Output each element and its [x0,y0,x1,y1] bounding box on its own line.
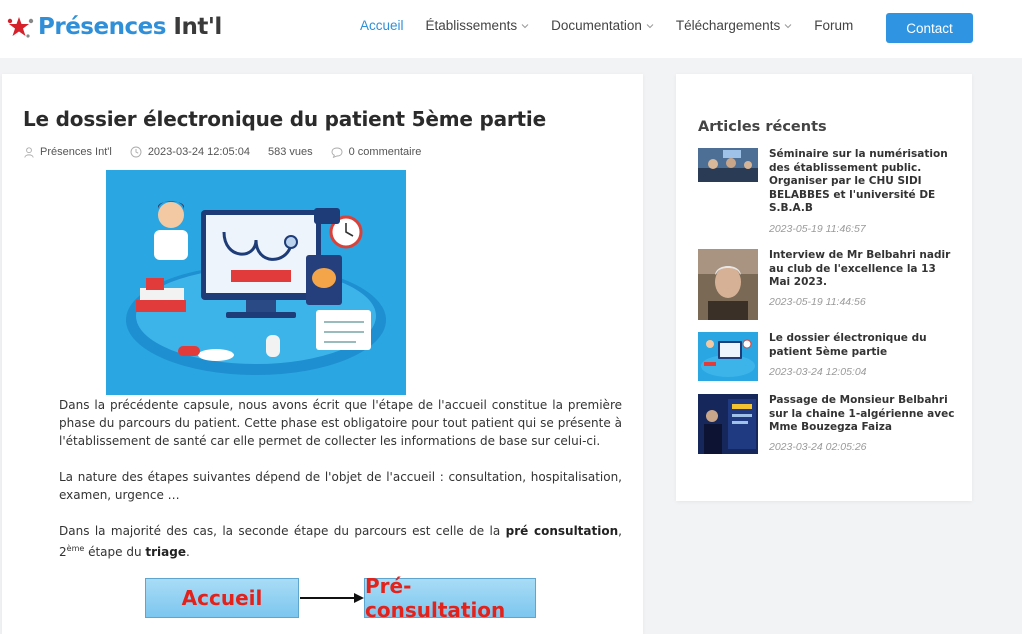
nav-item-etablissements[interactable]: Établissements [426,18,530,33]
logo-suffix: Int'l [165,14,222,40]
article-thumbnail[interactable] [698,394,758,454]
post-card: Le dossier électronique du patient 5ème … [2,74,643,634]
p3-bold-preconsultation: pré consultation [505,524,619,538]
recent-article-item[interactable]: Séminaire sur la numérisation des établi… [698,148,958,238]
chevron-down-icon [521,23,529,28]
p3-superscript: ème [66,544,85,553]
nav-label: Établissements [425,18,518,33]
meta-date: 2023-03-24 12:05:04 [130,146,250,158]
article-thumbnail[interactable] [698,148,758,182]
logo-brand: Présences [38,14,166,40]
diagram-box-preconsultation: Pré-consultation [364,574,536,622]
post-title: Le dossier électronique du patient 5ème … [23,107,546,131]
chevron-down-icon [784,23,792,28]
hero-illustration [106,170,406,395]
nav-item-forum[interactable]: Forum [814,18,853,33]
main-nav: Accueil Établissements Documentation Tél… [360,18,875,33]
article-date: 2023-05-19 11:46:57 [769,223,866,235]
meta-comments[interactable]: 0 commentaire [331,146,422,158]
site-header: Présences Int'l Accueil Établissements D… [0,0,1022,58]
nav-label: Forum [814,18,854,33]
paragraph-2: La nature des étapes suivantes dépend de… [59,470,622,502]
contact-button[interactable]: Contact [886,13,973,43]
clock-icon [130,146,142,158]
user-icon [24,146,34,158]
p3-text-d: étape du [84,545,146,559]
nav-item-documentation[interactable]: Documentation [551,18,654,33]
p3-bold-triage: triage [145,545,186,559]
article-date: 2023-05-19 11:44:56 [769,296,866,308]
site-logo[interactable]: Présences Int'l [6,10,222,44]
diagram-box-accueil: Accueil [145,578,299,618]
comment-icon [331,147,343,158]
article-date: 2023-03-24 02:05:26 [769,441,867,453]
widget-title: Articles récents [698,119,827,135]
article-title[interactable]: Le dossier électronique du patient 5ème … [769,332,955,359]
article-title[interactable]: Passage de Monsieur Belbahri sur la chai… [769,394,955,435]
logo-star-icon [6,14,36,40]
nav-label: Téléchargements [675,18,781,33]
article-thumbnail[interactable] [698,332,758,381]
author-name: Présences Int'l [40,146,112,158]
logo-text: Présences Int'l [38,14,222,40]
p3-text-f: . [185,545,190,559]
recent-articles-widget: Articles récents Séminaire sur la numéri… [676,74,972,501]
nav-label: Documentation [551,18,642,33]
paragraph-1: Dans la précédente capsule, nous avons é… [59,398,622,448]
recent-article-item[interactable]: Interview de Mr Belbahri nadir au club d… [698,249,958,321]
article-title[interactable]: Interview de Mr Belbahri nadir au club d… [769,249,955,290]
post-body: Dans la précédente capsule, nous avons é… [59,396,622,579]
post-date: 2023-03-24 12:05:04 [147,146,250,158]
meta-views: 583 vues [268,146,313,158]
diagram-box-label: Accueil [181,586,263,610]
chevron-down-icon [646,23,654,28]
p3-text-a: Dans la majorité des cas, la seconde éta… [59,524,506,538]
article-thumbnail[interactable] [698,249,758,320]
comment-count: 0 commentaire [348,146,422,158]
workflow-diagram: Accueil Pré-consultation [142,574,542,634]
recent-article-item[interactable]: Passage de Monsieur Belbahri sur la chai… [698,394,958,456]
diagram-box-label: Pré-consultation [365,574,506,622]
meta-author[interactable]: Présences Int'l [24,146,112,158]
nav-item-telechargements[interactable]: Téléchargements [676,18,792,33]
nav-label: Accueil [360,18,404,33]
post-meta: Présences Int'l 2023-03-24 12:05:04 583 … [24,146,439,158]
article-title[interactable]: Séminaire sur la numérisation des établi… [769,148,955,216]
nav-item-accueil[interactable]: Accueil [360,18,404,33]
paragraph-3: Dans la majorité des cas, la seconde éta… [59,522,622,561]
article-date: 2023-03-24 12:05:04 [769,366,867,378]
recent-article-item[interactable]: Le dossier électronique du patient 5ème … [698,332,958,384]
view-count: 583 vues [267,146,313,158]
arrow-right-icon [300,593,364,603]
